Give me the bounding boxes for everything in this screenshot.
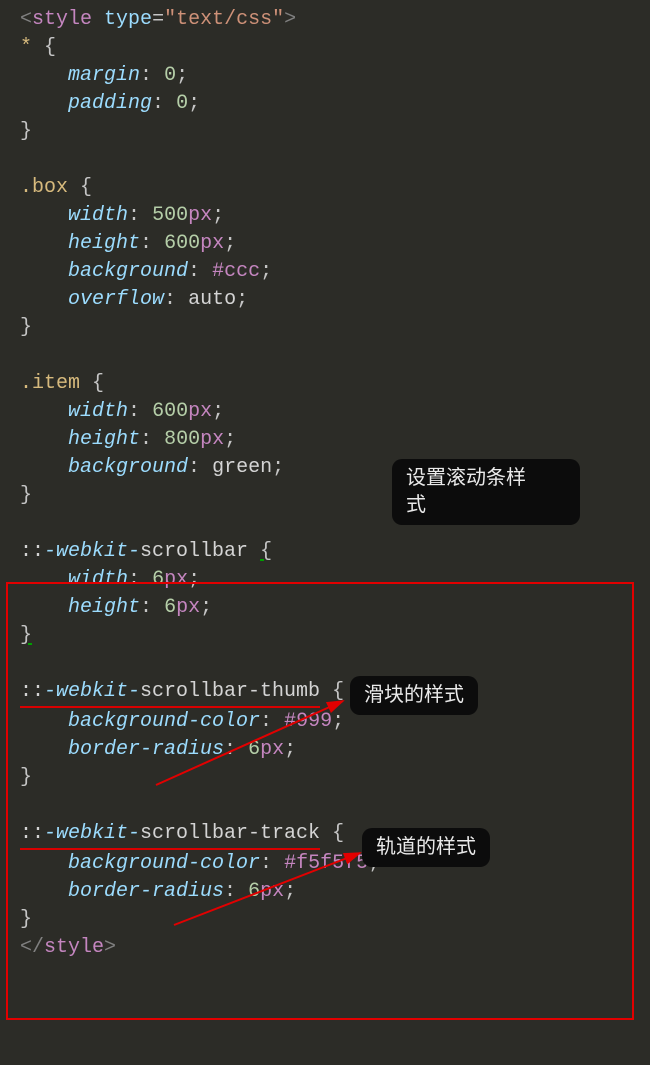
attr-type: type: [104, 8, 152, 31]
tag-name: style: [32, 8, 92, 31]
tag-open: <: [20, 8, 32, 31]
selector-scrollbar-track: ::-webkit-scrollbar-track: [20, 820, 320, 850]
selector-star: *: [20, 36, 32, 59]
tooltip-scrollbar-style: 设置滚动条样 式: [392, 459, 580, 525]
selector-box: .box: [20, 176, 68, 199]
tooltip-thumb-style: 滑块的样式: [350, 676, 478, 715]
prop-margin: margin: [68, 64, 140, 87]
selector-scrollbar-thumb: ::-webkit-scrollbar-thumb: [20, 678, 320, 708]
tooltip-track-style: 轨道的样式: [362, 828, 490, 867]
attr-value: text/css: [176, 8, 272, 31]
tag-close: style: [44, 936, 104, 959]
selector-item: .item: [20, 372, 80, 395]
prop-padding: padding: [68, 92, 152, 115]
selector-scrollbar: scrollbar: [140, 540, 248, 563]
